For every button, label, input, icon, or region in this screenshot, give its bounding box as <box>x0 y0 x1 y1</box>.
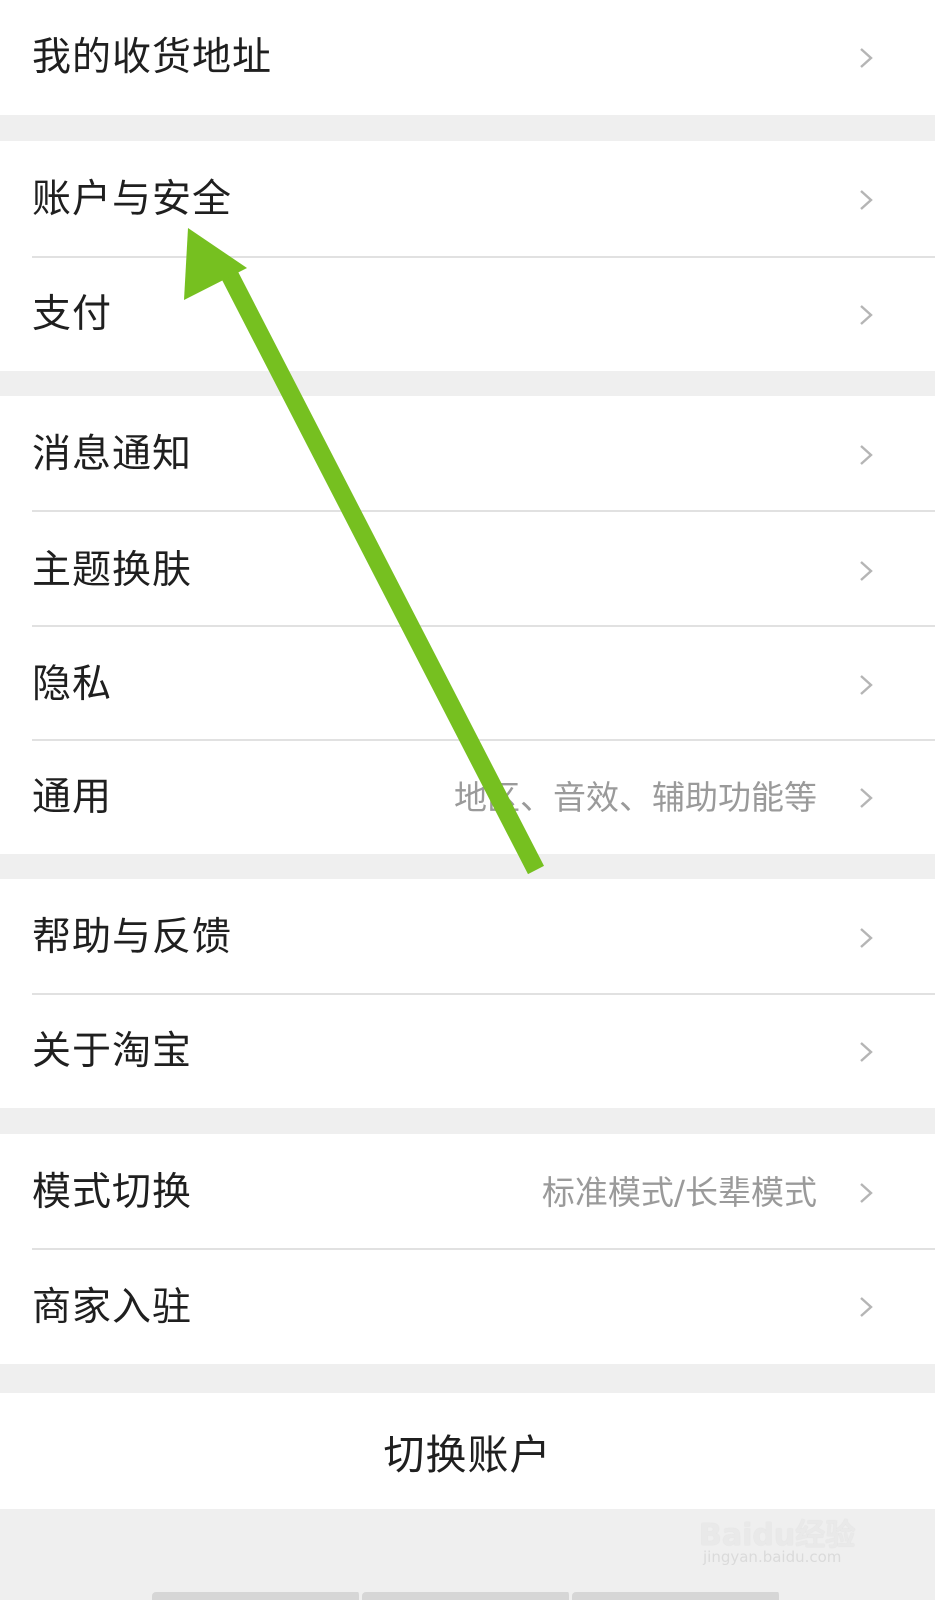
settings-group-account: 账户与安全 支付 <box>0 141 935 371</box>
settings-item-label: 支付 <box>32 292 113 337</box>
settings-group-help: 帮助与反馈 关于淘宝 <box>0 879 935 1108</box>
chevron-right-icon <box>860 47 873 68</box>
settings-item-notifications[interactable]: 消息通知 <box>0 396 935 513</box>
settings-item-hint: 地区、音效、辅助功能等 <box>454 778 817 817</box>
settings-item-about[interactable]: 关于淘宝 <box>0 995 935 1108</box>
bottom-bar-segment <box>152 1592 362 1600</box>
bottom-bar-fragment <box>152 1592 782 1600</box>
settings-page: 我的收货地址 账户与安全 支付 消息通知 主题换肤 隐私 通用 地区、音效、辅助… <box>0 0 935 1600</box>
baidu-jingyan-watermark: Baidu经验 jingyan.baidu.com <box>699 1500 869 1570</box>
watermark-url: jingyan.baidu.com <box>703 1548 842 1566</box>
switch-account-label: 切换账户 <box>383 1431 552 1479</box>
chevron-right-icon <box>860 304 873 325</box>
settings-item-label: 主题换肤 <box>32 548 193 593</box>
settings-item-label: 模式切换 <box>32 1170 193 1215</box>
chevron-right-icon <box>860 674 873 695</box>
settings-group-address: 我的收货地址 <box>0 0 935 115</box>
chevron-right-icon <box>860 1041 873 1062</box>
chevron-right-icon <box>860 560 873 581</box>
settings-group-general: 消息通知 主题换肤 隐私 通用 地区、音效、辅助功能等 <box>0 396 935 854</box>
settings-item-theme[interactable]: 主题换肤 <box>0 512 935 629</box>
settings-item-account-security[interactable]: 账户与安全 <box>0 141 935 258</box>
chevron-right-icon <box>860 1297 873 1317</box>
switch-account-button[interactable]: 切换账户 <box>0 1393 935 1509</box>
settings-item-payment[interactable]: 支付 <box>0 258 935 371</box>
settings-item-label: 商家入驻 <box>32 1284 193 1330</box>
bottom-bar-segment <box>362 1592 572 1600</box>
settings-item-general[interactable]: 通用 地区、音效、辅助功能等 <box>0 741 935 854</box>
settings-item-label: 消息通知 <box>32 432 193 477</box>
settings-item-label: 关于淘宝 <box>32 1029 193 1074</box>
settings-item-label: 通用 <box>32 775 113 820</box>
settings-group-mode: 模式切换 标准模式/长辈模式 商家入驻 <box>0 1134 935 1364</box>
chevron-right-icon <box>860 444 873 465</box>
settings-item-label: 我的收货地址 <box>32 35 273 80</box>
settings-item-hint: 标准模式/长辈模式 <box>541 1173 817 1212</box>
settings-item-privacy[interactable]: 隐私 <box>0 626 935 743</box>
settings-item-label: 隐私 <box>32 662 113 707</box>
chevron-right-icon <box>860 927 873 948</box>
chevron-right-icon <box>860 1182 873 1203</box>
chevron-right-icon <box>860 787 873 808</box>
settings-item-shipping-address[interactable]: 我的收货地址 <box>0 0 935 115</box>
settings-item-label: 帮助与反馈 <box>32 915 233 960</box>
settings-item-mode-switch[interactable]: 模式切换 标准模式/长辈模式 <box>0 1134 935 1251</box>
settings-item-merchant[interactable]: 商家入驻 <box>0 1250 935 1364</box>
bottom-bar-segment <box>572 1592 782 1600</box>
settings-item-label: 账户与安全 <box>32 177 233 222</box>
settings-item-help-feedback[interactable]: 帮助与反馈 <box>0 879 935 996</box>
chevron-right-icon <box>860 189 873 210</box>
